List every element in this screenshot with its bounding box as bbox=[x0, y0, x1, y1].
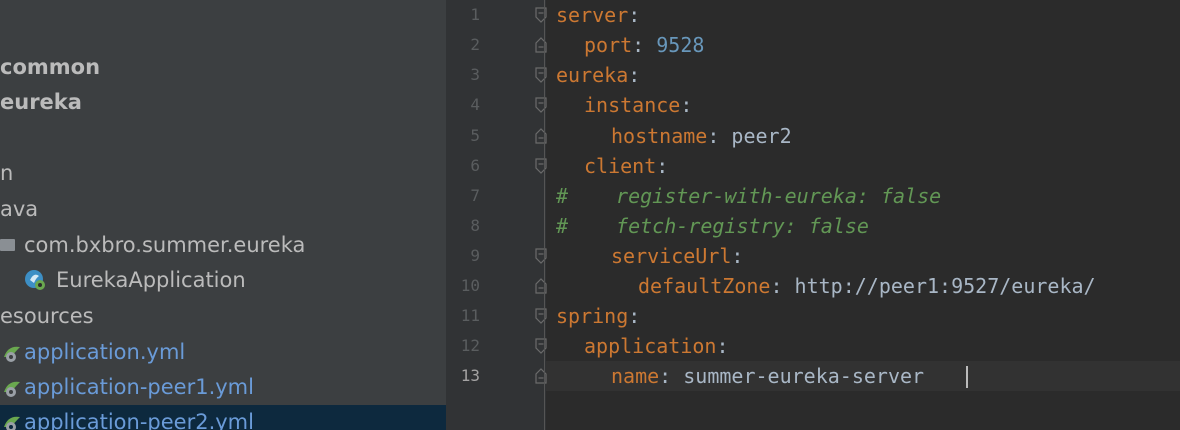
fold-open-icon[interactable] bbox=[534, 307, 548, 325]
tree-item-label: application-peer2.yml bbox=[24, 410, 254, 430]
code-line[interactable]: port: 9528 bbox=[584, 30, 704, 60]
line-number: 9 bbox=[470, 246, 480, 265]
code-line-comment[interactable]: # fetch-registry: false bbox=[556, 211, 869, 241]
yaml-key: name bbox=[611, 364, 660, 388]
yaml-comment: register-with-eureka: false bbox=[616, 184, 942, 208]
yaml-separator: : bbox=[628, 304, 641, 328]
code-line-comment[interactable]: # register-with-eureka: false bbox=[556, 181, 941, 211]
tree-item-application-peer2-yml[interactable]: application-peer2.yml bbox=[0, 405, 446, 430]
code-line[interactable]: defaultZone: http://peer1:9527/eureka/ bbox=[638, 271, 1096, 301]
tree-item-eureka-application[interactable]: EurekaApplication bbox=[0, 263, 446, 297]
yaml-separator: : bbox=[680, 93, 693, 117]
code-line[interactable]: instance: bbox=[584, 90, 692, 120]
yaml-separator: : bbox=[707, 124, 732, 148]
fold-open-icon[interactable] bbox=[534, 247, 548, 265]
yaml-separator: : bbox=[632, 33, 657, 57]
code-editor[interactable]: 1 2 3 4 5 6 7 8 9 10 11 12 13 server: po… bbox=[446, 0, 1180, 430]
tree-item-eureka[interactable]: eureka bbox=[0, 85, 446, 119]
package-icon bbox=[0, 239, 15, 251]
fold-end-icon[interactable] bbox=[534, 277, 548, 295]
yaml-number: 9528 bbox=[656, 33, 705, 57]
line-number: 3 bbox=[470, 65, 480, 84]
fold-end-icon[interactable] bbox=[534, 127, 548, 145]
yaml-key: server bbox=[556, 3, 629, 27]
fold-open-icon[interactable] bbox=[534, 96, 548, 114]
text-caret bbox=[966, 366, 968, 388]
tree-item-label: application-peer1.yml bbox=[24, 375, 254, 399]
line-number: 10 bbox=[460, 276, 480, 295]
tree-item-java[interactable]: ava bbox=[0, 192, 446, 226]
comment-mark: # bbox=[556, 184, 569, 208]
line-number: 5 bbox=[470, 126, 480, 145]
yaml-key: eureka bbox=[556, 63, 629, 87]
line-number: 6 bbox=[470, 156, 480, 175]
tree-item-label: eureka bbox=[0, 90, 82, 114]
tree-item-label: com.bxbro.summer.eureka bbox=[24, 233, 306, 257]
yaml-key: client bbox=[584, 154, 657, 178]
tree-item-label: application.yml bbox=[24, 340, 186, 364]
code-line[interactable]: client: bbox=[584, 151, 668, 181]
yaml-key: instance bbox=[584, 93, 681, 117]
yaml-separator: : bbox=[628, 3, 641, 27]
yaml-separator: : bbox=[628, 63, 641, 87]
tree-item-main[interactable]: n bbox=[0, 156, 446, 190]
line-number: 1 bbox=[470, 5, 480, 24]
line-number: 11 bbox=[460, 306, 480, 325]
yaml-key: spring bbox=[556, 304, 629, 328]
code-line[interactable]: hostname: peer2 bbox=[611, 121, 792, 151]
line-number: 12 bbox=[460, 336, 480, 355]
code-line[interactable]: server: bbox=[556, 0, 640, 30]
yaml-key: application bbox=[584, 334, 717, 358]
yaml-separator: : bbox=[659, 364, 684, 388]
spring-boot-class-icon bbox=[25, 270, 45, 290]
tree-item-label: EurekaApplication bbox=[56, 268, 246, 292]
tree-item-label: common bbox=[0, 55, 101, 79]
line-number: 4 bbox=[470, 95, 480, 114]
yaml-value: http://peer1:9527/eureka/ bbox=[794, 274, 1096, 298]
line-number: 2 bbox=[470, 35, 480, 54]
spring-yml-icon bbox=[4, 346, 20, 362]
yaml-separator: : bbox=[731, 244, 744, 268]
code-line[interactable]: serviceUrl: bbox=[611, 241, 743, 271]
fold-end-icon[interactable] bbox=[534, 36, 548, 54]
yaml-value: summer-eureka-server bbox=[683, 364, 925, 388]
code-line[interactable]: eureka: bbox=[556, 60, 640, 90]
code-line-current[interactable]: name: summer-eureka-server bbox=[611, 361, 924, 391]
fold-open-icon[interactable] bbox=[534, 157, 548, 175]
spring-yml-icon bbox=[4, 416, 20, 430]
fold-end-icon[interactable] bbox=[534, 367, 548, 385]
code-line[interactable]: spring: bbox=[556, 301, 640, 331]
yaml-key: hostname bbox=[611, 124, 708, 148]
gutter-separator bbox=[544, 0, 545, 430]
yaml-key: port bbox=[584, 33, 633, 57]
yaml-separator: : bbox=[656, 154, 669, 178]
line-number-current: 13 bbox=[460, 366, 480, 385]
tree-item-label: ava bbox=[0, 197, 39, 221]
fold-open-icon[interactable] bbox=[534, 66, 548, 84]
line-number: 8 bbox=[470, 216, 480, 235]
line-number: 7 bbox=[470, 186, 480, 205]
yaml-comment: fetch-registry: false bbox=[616, 214, 869, 238]
code-line[interactable]: application: bbox=[584, 331, 729, 361]
tree-item-application-peer1-yml[interactable]: application-peer1.yml bbox=[0, 370, 446, 404]
comment-mark: # bbox=[556, 214, 569, 238]
tree-item-label: n bbox=[0, 161, 14, 185]
tree-item-application-yml[interactable]: application.yml bbox=[0, 335, 446, 369]
tree-item-label: esources bbox=[0, 304, 94, 328]
tree-item-resources[interactable]: esources bbox=[0, 299, 446, 333]
fold-open-icon[interactable] bbox=[534, 6, 548, 24]
yaml-key: defaultZone bbox=[638, 274, 771, 298]
yaml-separator: : bbox=[716, 334, 729, 358]
spring-yml-icon bbox=[4, 381, 20, 397]
fold-open-icon[interactable] bbox=[534, 337, 548, 355]
project-tree-panel: common eureka n ava com.bxbro.summer.eur… bbox=[0, 0, 446, 430]
yaml-key: serviceUrl bbox=[611, 244, 732, 268]
yaml-value: peer2 bbox=[731, 124, 792, 148]
yaml-separator: : bbox=[770, 274, 795, 298]
tree-item-package[interactable]: com.bxbro.summer.eureka bbox=[0, 228, 446, 262]
tree-item-common[interactable]: common bbox=[0, 50, 446, 84]
